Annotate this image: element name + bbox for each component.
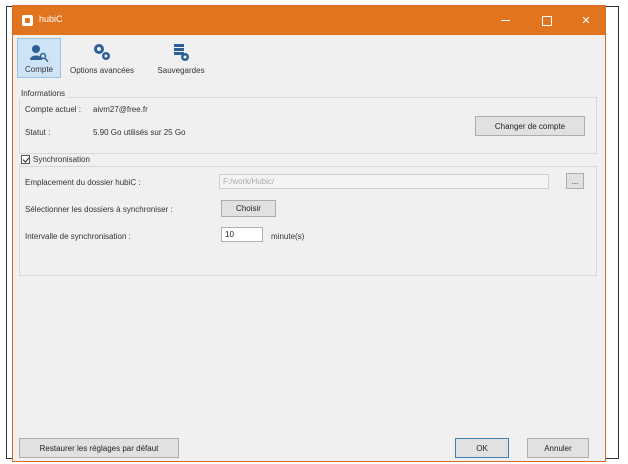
tab-compte[interactable]: Compte xyxy=(17,38,61,78)
sync-checkbox[interactable] xyxy=(21,155,30,164)
select-folders-label: Sélectionner les dossiers à synchroniser… xyxy=(25,205,173,214)
account-value: aivm27@free.fr xyxy=(93,105,148,114)
tab-sauvegardes[interactable]: Sauvegardes xyxy=(147,38,215,78)
sync-interval-label: Intervalle de synchronisation : xyxy=(25,232,131,241)
title-bar[interactable]: hubiC ✕ xyxy=(13,6,605,35)
status-value: 5.90 Go utilisés sur 25 Go xyxy=(93,128,186,137)
minimize-icon xyxy=(500,20,510,21)
info-group-title: Informations xyxy=(19,89,68,98)
status-label: Statut : xyxy=(25,128,51,137)
folder-location-field[interactable]: F:/work/Hubic/ xyxy=(219,174,549,189)
user-key-icon xyxy=(30,45,49,63)
account-label: Compte actuel : xyxy=(25,105,82,114)
backup-icon xyxy=(174,44,189,61)
tab-compte-label: Compte xyxy=(24,65,53,74)
folder-location-label: Emplacement du dossier hubiC : xyxy=(25,178,141,187)
close-button[interactable]: ✕ xyxy=(566,6,606,35)
hubic-app-icon xyxy=(22,15,33,26)
maximize-button[interactable] xyxy=(527,6,567,35)
tab-sauvegardes-label: Sauvegardes xyxy=(157,66,205,75)
footer: Restaurer les réglages par défaut OK Ann… xyxy=(19,438,599,458)
window-title: hubiC xyxy=(39,14,63,24)
browse-folder-button[interactable]: ... xyxy=(566,173,584,189)
toolbar: Compte Options avancées Sauvegardes xyxy=(13,35,605,82)
sync-checkbox-label: Synchronisation xyxy=(33,155,90,164)
tab-options-label: Options avancées xyxy=(69,66,135,75)
sync-toggle[interactable]: Synchronisation xyxy=(21,155,93,164)
cancel-button[interactable]: Annuler xyxy=(527,438,589,458)
settings-window: hubiC ✕ Compte Options avancées Sauvegar… xyxy=(12,5,606,462)
tab-options-avancees[interactable]: Options avancées xyxy=(66,38,138,78)
minimize-button[interactable] xyxy=(485,6,525,35)
content-area: Informations Compte actuel : aivm27@free… xyxy=(19,84,599,384)
choose-folders-button[interactable]: Choisir xyxy=(221,200,276,217)
change-account-button[interactable]: Changer de compte xyxy=(475,116,585,136)
close-icon: ✕ xyxy=(581,15,591,27)
ok-button[interactable]: OK xyxy=(455,438,509,458)
maximize-icon xyxy=(542,15,552,26)
sync-interval-input[interactable]: 10 xyxy=(221,227,263,242)
restore-defaults-button[interactable]: Restaurer les réglages par défaut xyxy=(19,438,179,458)
gears-icon xyxy=(94,44,110,60)
sync-interval-unit: minute(s) xyxy=(271,232,305,241)
